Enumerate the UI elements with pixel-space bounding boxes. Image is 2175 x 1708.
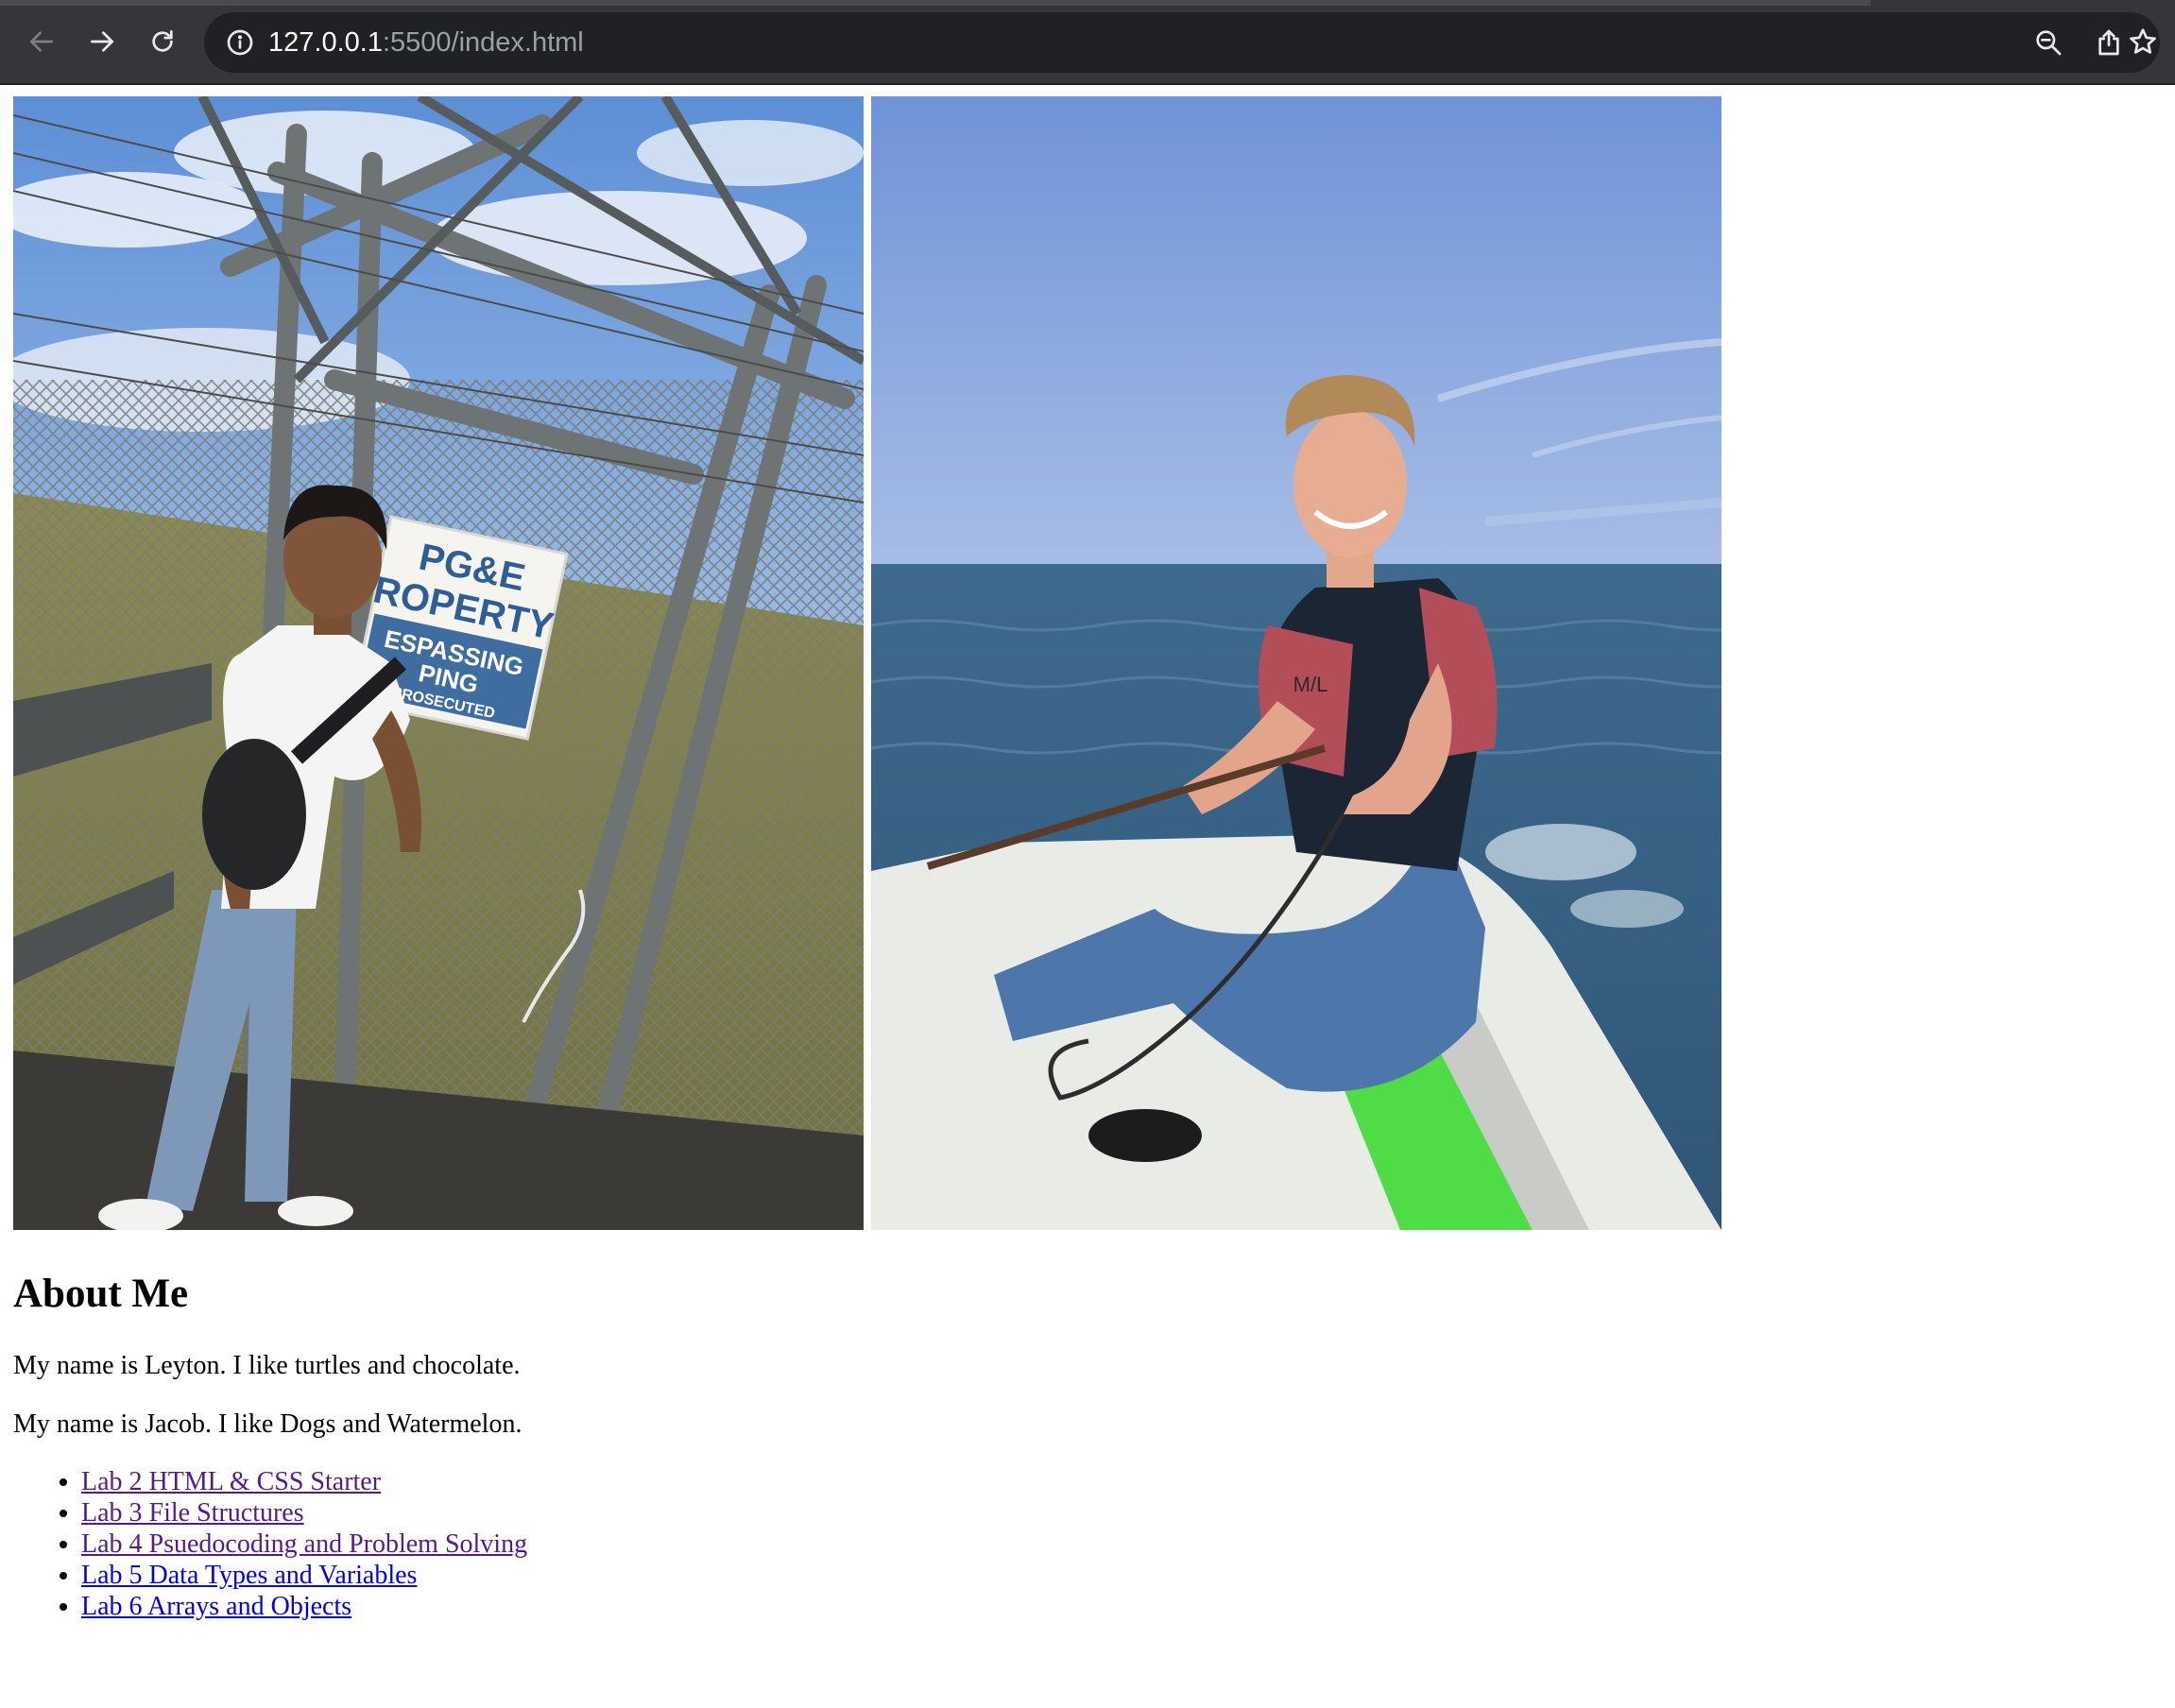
star-icon[interactable] — [2128, 26, 2158, 57]
info-icon[interactable] — [225, 27, 255, 58]
share-icon[interactable] — [2094, 27, 2124, 58]
lab-links-list: Lab 2 HTML & CSS Starter Lab 3 File Stru… — [13, 1466, 527, 1622]
url-path: :5500/index.html — [382, 27, 584, 58]
back-button[interactable] — [21, 21, 62, 62]
loading-bar — [0, 0, 1871, 6]
list-item: Lab 5 Data Types and Variables — [81, 1560, 527, 1591]
browser-toolbar: 127.0.0.1:5500/index.html — [0, 0, 2175, 85]
arrow-left-icon — [30, 31, 53, 52]
zoom-out-icon[interactable] — [2033, 27, 2064, 58]
url-text[interactable]: 127.0.0.1:5500/index.html — [268, 24, 584, 61]
photo-leyton-image: PG&E ROPERTY ESPASSING PING PROSECUTED — [13, 96, 864, 1230]
arrow-right-icon — [91, 31, 113, 52]
photo-jacob: M/L — [871, 96, 1721, 1230]
list-item: Lab 4 Psuedocoding and Problem Solving — [81, 1529, 527, 1560]
lab-6-link[interactable]: Lab 6 Arrays and Objects — [81, 1592, 351, 1621]
vest-size-label: M/L — [1293, 673, 1328, 696]
lab-5-link[interactable]: Lab 5 Data Types and Variables — [81, 1561, 417, 1590]
bio-leyton: My name is Leyton. I like turtles and ch… — [13, 1351, 521, 1380]
bio-jacob: My name is Jacob. I like Dogs and Waterm… — [13, 1409, 522, 1439]
page-title: About Me — [13, 1272, 189, 1316]
lab-2-link[interactable]: Lab 2 HTML & CSS Starter — [81, 1467, 381, 1496]
forward-button[interactable] — [81, 21, 123, 62]
address-bar[interactable]: 127.0.0.1:5500/index.html — [204, 12, 2160, 73]
photo-row: PG&E ROPERTY ESPASSING PING PROSECUTED M… — [13, 96, 1721, 1230]
photo-leyton: PG&E ROPERTY ESPASSING PING PROSECUTED — [13, 96, 864, 1230]
photo-jacob-image: M/L — [871, 96, 1721, 1230]
reload-button[interactable] — [142, 21, 183, 62]
lab-3-link[interactable]: Lab 3 File Structures — [81, 1498, 304, 1528]
url-host: 127.0.0.1 — [268, 27, 383, 58]
reload-icon — [152, 30, 173, 52]
list-item: Lab 3 File Structures — [81, 1497, 527, 1529]
lab-4-link[interactable]: Lab 4 Psuedocoding and Problem Solving — [81, 1529, 527, 1559]
list-item: Lab 6 Arrays and Objects — [81, 1591, 527, 1622]
list-item: Lab 2 HTML & CSS Starter — [81, 1466, 527, 1497]
page-content: PG&E ROPERTY ESPASSING PING PROSECUTED M… — [0, 85, 2175, 1708]
